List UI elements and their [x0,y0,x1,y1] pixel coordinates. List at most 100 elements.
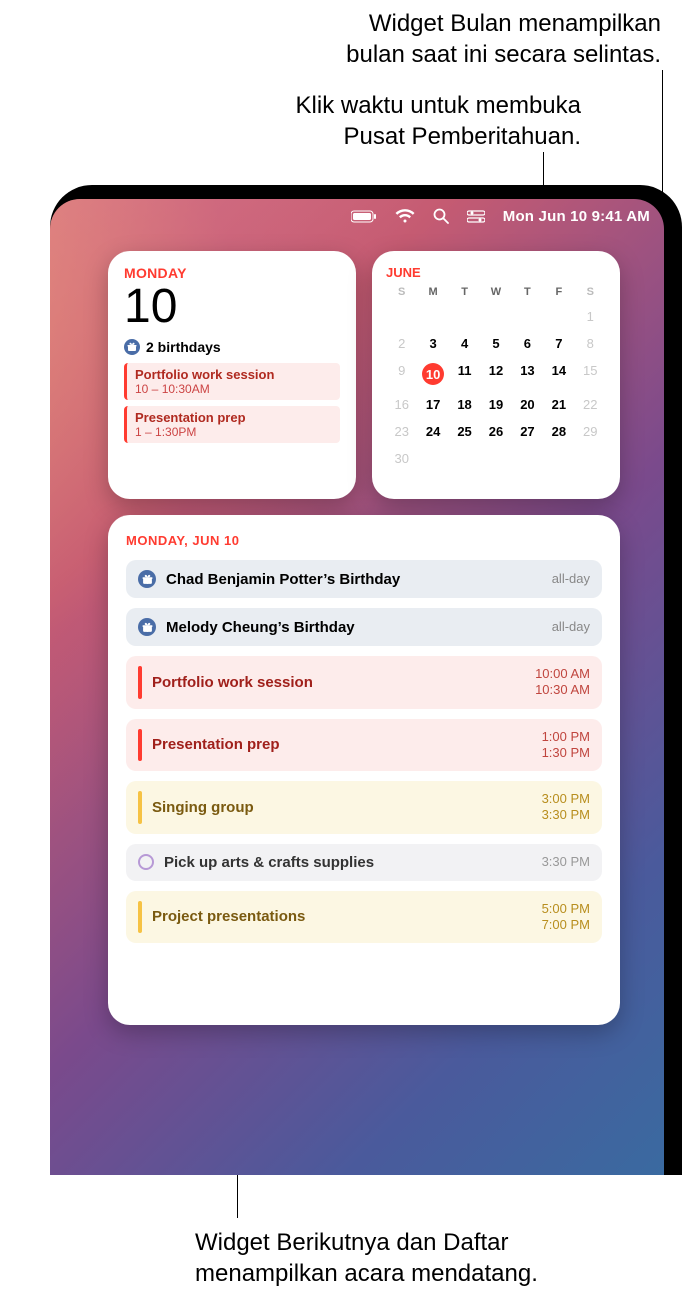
calendar-day-today[interactable]: 10 [417,358,448,390]
gift-icon [138,618,156,636]
calendar-day[interactable]: 3 [417,331,448,356]
event-color-bar [138,729,142,762]
month-grid: SMTWTFS123456789101112131415161718192021… [386,286,606,471]
calendar-day[interactable]: 16 [386,392,417,417]
gift-icon [124,339,140,355]
calendar-day[interactable]: 15 [575,358,606,390]
calendar-day[interactable]: 6 [512,331,543,356]
event-row[interactable]: Portfolio work session 10:00 AM10:30 AM [126,656,602,709]
calendar-day [480,304,511,329]
event-time: 10:00 AM10:30 AM [535,666,590,699]
event-row[interactable]: Chad Benjamin Potter’s Birthday all-day [126,560,602,598]
calendar-day[interactable]: 18 [449,392,480,417]
desktop-screen: Mon Jun 10 9:41 AM MONDAY 10 2 birthdays… [50,199,664,1175]
calendar-day[interactable]: 23 [386,419,417,444]
dow-label: S [386,286,417,302]
today-daynumber: 10 [124,283,340,331]
mini-event-title: Portfolio work session [135,367,332,382]
dow-label: T [449,286,480,302]
calendar-day [386,304,417,329]
calendar-day[interactable]: 30 [386,446,417,471]
today-dayname: MONDAY [124,265,340,281]
calendar-day[interactable]: 28 [543,419,574,444]
birthdays-row: 2 birthdays [124,339,340,355]
calendar-day[interactable]: 1 [575,304,606,329]
mini-event-time: 10 – 10:30AM [135,382,332,396]
event-title: Chad Benjamin Potter’s Birthday [166,571,552,588]
mini-event-title: Presentation prep [135,410,332,425]
calendar-today-widget[interactable]: MONDAY 10 2 birthdays Portfolio work ses… [108,251,356,499]
calendar-day [449,446,480,471]
calendar-day[interactable]: 27 [512,419,543,444]
event-color-bar [138,666,142,699]
event-time: 3:00 PM3:30 PM [542,791,590,824]
gift-icon [138,570,156,588]
calendar-day[interactable]: 2 [386,331,417,356]
event-time: all-day [552,619,590,635]
event-row[interactable]: Pick up arts & crafts supplies 3:30 PM [126,844,602,881]
calendar-day[interactable]: 9 [386,358,417,390]
dow-label: M [417,286,448,302]
event-row[interactable]: Project presentations 5:00 PM7:00 PM [126,891,602,944]
month-name: JUNE [386,265,606,280]
calendar-day[interactable]: 13 [512,358,543,390]
wifi-icon[interactable] [395,209,415,223]
event-time: 5:00 PM7:00 PM [542,901,590,934]
reminder-ring-icon[interactable] [138,854,154,870]
event-time: 3:30 PM [542,854,590,870]
event-title: Pick up arts & crafts supplies [164,854,542,871]
today-mini-event: Portfolio work session 10 – 10:30AM [124,363,340,400]
callout-clock: Klik waktu untuk membuka Pusat Pemberita… [296,90,581,152]
dow-label: W [480,286,511,302]
calendar-day[interactable]: 7 [543,331,574,356]
calendar-day[interactable]: 25 [449,419,480,444]
menubar-clock[interactable]: Mon Jun 10 9:41 AM [503,208,650,225]
notification-center-widgets: MONDAY 10 2 birthdays Portfolio work ses… [108,251,644,1025]
calendar-day[interactable]: 24 [417,419,448,444]
calendar-day [543,446,574,471]
event-title: Project presentations [152,908,542,925]
calendar-day [512,446,543,471]
event-color-bar [138,791,142,824]
calendar-day[interactable]: 4 [449,331,480,356]
calendar-day [543,304,574,329]
callout-list-widget: Widget Berikutnya dan Daftar menampilkan… [195,1227,538,1289]
calendar-day[interactable]: 17 [417,392,448,417]
event-title: Portfolio work session [152,674,535,691]
device-frame: Mon Jun 10 9:41 AM MONDAY 10 2 birthdays… [50,185,682,1175]
calendar-day[interactable]: 21 [543,392,574,417]
calendar-day[interactable]: 19 [480,392,511,417]
calendar-day [449,304,480,329]
dow-label: S [575,286,606,302]
callout-month-widget: Widget Bulan menampilkan bulan saat ini … [346,8,661,70]
today-mini-event: Presentation prep 1 – 1:30PM [124,406,340,443]
event-color-bar [138,901,142,934]
calendar-day[interactable]: 20 [512,392,543,417]
calendar-day[interactable]: 29 [575,419,606,444]
list-date-header: MONDAY, JUN 10 [126,533,602,548]
battery-icon[interactable] [351,210,377,223]
calendar-day [480,446,511,471]
event-time: 1:00 PM1:30 PM [542,729,590,762]
calendar-day[interactable]: 8 [575,331,606,356]
control-center-icon[interactable] [467,210,485,223]
event-row[interactable]: Presentation prep 1:00 PM1:30 PM [126,719,602,772]
calendar-day[interactable]: 11 [449,358,480,390]
calendar-day[interactable]: 22 [575,392,606,417]
event-time: all-day [552,571,590,587]
birthdays-count: 2 birthdays [146,339,221,355]
calendar-list-widget[interactable]: MONDAY, JUN 10 Chad Benjamin Potter’s Bi… [108,515,620,1025]
calendar-day[interactable]: 26 [480,419,511,444]
event-row[interactable]: Melody Cheung’s Birthday all-day [126,608,602,646]
event-title: Presentation prep [152,736,542,753]
calendar-month-widget[interactable]: JUNE SMTWTFS1234567891011121314151617181… [372,251,620,499]
calendar-day [417,304,448,329]
calendar-day[interactable]: 5 [480,331,511,356]
calendar-day[interactable]: 14 [543,358,574,390]
calendar-day[interactable]: 12 [480,358,511,390]
dow-label: F [543,286,574,302]
event-row[interactable]: Singing group 3:00 PM3:30 PM [126,781,602,834]
search-icon[interactable] [433,208,449,224]
event-title: Singing group [152,799,542,816]
calendar-day [417,446,448,471]
